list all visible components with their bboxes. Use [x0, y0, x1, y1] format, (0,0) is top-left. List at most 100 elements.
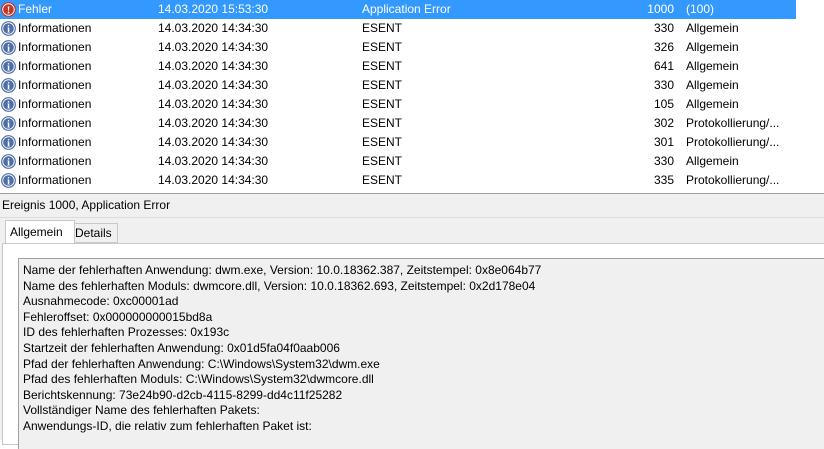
event-message-line: Anwendungs-ID, die relativ zum fehlerhaf…: [23, 419, 312, 433]
svg-text:i: i: [7, 176, 10, 187]
event-source: ESENT: [362, 173, 403, 187]
event-level: Informationen: [18, 21, 92, 35]
error-icon: !: [1, 2, 16, 17]
event-id: 330: [653, 78, 674, 92]
info-icon: i: [1, 97, 16, 112]
event-level: Informationen: [18, 154, 92, 168]
event-category: Allgemein: [686, 21, 739, 35]
event-level: Informationen: [18, 78, 92, 92]
svg-text:i: i: [7, 43, 10, 54]
event-source: ESENT: [362, 78, 403, 92]
event-category: Allgemein: [686, 97, 739, 111]
event-message-line: Ausnahmecode: 0xc00001ad: [23, 294, 179, 309]
event-level: Informationen: [18, 135, 92, 149]
event-date: 14.03.2020 14:34:30: [158, 135, 269, 149]
event-source: ESENT: [362, 97, 403, 111]
event-id: 1000: [647, 2, 674, 16]
event-level: Fehler: [18, 2, 53, 16]
event-row[interactable]: i Informationen 14.03.2020 14:34:30 ESENT 33…: [0, 152, 796, 171]
svg-text:i: i: [7, 62, 10, 73]
info-icon: i: [1, 59, 16, 74]
event-row[interactable]: i Informationen 14.03.2020 14:34:30 ESENT 33…: [0, 171, 796, 188]
info-icon: i: [1, 173, 16, 188]
event-date: 14.03.2020 14:34:30: [158, 21, 269, 35]
svg-text:i: i: [7, 138, 10, 149]
event-source: ESENT: [362, 154, 403, 168]
event-message-line: Berichtskennung: 73e24b90-d2cb-4115-8299…: [23, 387, 343, 402]
event-details-pane: Ereignis 1000, Application Error Allgeme…: [0, 193, 824, 449]
event-source: Application Error: [362, 2, 451, 16]
event-date: 14.03.2020 14:34:30: [158, 40, 269, 54]
event-list[interactable]: ! Fehler 14.03.2020 15:53:30 Application Er…: [0, 0, 824, 188]
event-level: Informationen: [18, 116, 92, 130]
svg-text:i: i: [7, 157, 10, 168]
event-category: Protokollierung/...: [686, 173, 780, 187]
event-level: Informationen: [18, 97, 92, 111]
svg-text:i: i: [7, 100, 10, 111]
event-details-header: Ereignis 1000, Application Error: [2, 198, 171, 212]
event-category: Protokollierung/...: [686, 135, 780, 149]
event-category: Protokollierung/...: [686, 116, 780, 130]
info-icon: i: [1, 116, 16, 131]
event-source: ESENT: [362, 40, 403, 54]
event-list-right-margin: [796, 0, 824, 188]
event-date: 14.03.2020 14:34:30: [158, 173, 269, 187]
info-icon: i: [1, 154, 16, 169]
event-date: 14.03.2020 15:53:30: [158, 2, 269, 16]
event-category: Allgemein: [686, 40, 739, 54]
tab-details[interactable]: Details: [70, 223, 118, 243]
details-tab-strip: Allgemein Details Name der fehlerhaften …: [0, 217, 824, 449]
event-source: ESENT: [362, 59, 403, 73]
event-id: 335: [653, 173, 674, 187]
event-row[interactable]: i Informationen 14.03.2020 14:34:30 ESENT 30…: [0, 114, 796, 133]
event-row[interactable]: i Informationen 14.03.2020 14:34:30 ESENT 30…: [0, 133, 796, 152]
event-id: 330: [653, 154, 674, 168]
event-row[interactable]: i Informationen 14.03.2020 14:34:30 ESENT 33…: [0, 76, 796, 95]
event-id: 330: [653, 21, 674, 35]
event-date: 14.03.2020 14:34:30: [158, 59, 269, 73]
event-category: (100): [686, 2, 715, 16]
info-icon: i: [1, 135, 16, 150]
event-row[interactable]: i Informationen 14.03.2020 14:34:30 ESENT 64…: [0, 57, 796, 76]
event-date: 14.03.2020 14:34:30: [158, 116, 269, 130]
event-message-line: Name der fehlerhaften Anwendung: dwm.exe…: [23, 263, 542, 277]
event-row-selected[interactable]: ! Fehler 14.03.2020 15:53:30 Application Er…: [0, 0, 796, 19]
event-category: Allgemein: [686, 78, 739, 92]
event-category: Allgemein: [686, 154, 739, 168]
event-source: ESENT: [362, 135, 403, 149]
tab-allgemein[interactable]: Allgemein: [5, 220, 75, 243]
event-id: 302: [653, 116, 674, 130]
info-icon: i: [1, 78, 16, 93]
event-id: 105: [653, 97, 674, 111]
event-date: 14.03.2020 14:34:30: [158, 78, 269, 92]
info-icon: i: [1, 21, 16, 36]
event-message-line: Startzeit der fehlerhaften Anwendung: 0x…: [23, 341, 340, 355]
event-category: Allgemein: [686, 59, 739, 73]
event-message-line: Vollständiger Name des fehlerhaften Pake…: [23, 403, 260, 418]
info-icon: i: [1, 40, 16, 55]
svg-text:!: !: [7, 5, 10, 16]
event-row[interactable]: i Informationen 14.03.2020 14:34:30 ESENT 33…: [0, 19, 796, 38]
event-date: 14.03.2020 14:34:30: [158, 97, 269, 111]
event-source: ESENT: [362, 116, 403, 130]
event-id: 641: [653, 59, 674, 73]
event-message-line: ID des fehlerhaften Prozesses: 0x193c: [23, 325, 230, 340]
event-level: Informationen: [18, 173, 92, 187]
event-row[interactable]: i Informationen 14.03.2020 14:34:30 ESENT 32…: [0, 38, 796, 57]
event-message-line: Pfad der fehlerhaften Anwendung: C:\Wind…: [23, 356, 380, 371]
event-level: Informationen: [18, 40, 92, 54]
event-id: 326: [653, 40, 674, 54]
event-message-line: Pfad des fehlerhaften Moduls: C:\Windows…: [23, 372, 374, 387]
event-message-line: Name des fehlerhaften Moduls: dwmcore.dl…: [23, 278, 536, 293]
event-message-box[interactable]: Name der fehlerhaften Anwendung: dwm.exe…: [18, 258, 824, 449]
svg-text:i: i: [7, 24, 10, 35]
event-date: 14.03.2020 14:34:30: [158, 154, 269, 168]
svg-text:i: i: [7, 81, 10, 92]
event-row[interactable]: i Informationen 14.03.2020 14:34:30 ESENT 10…: [0, 95, 796, 114]
tab-page-allgemein: Name der fehlerhaften Anwendung: dwm.exe…: [2, 243, 824, 449]
event-source: ESENT: [362, 21, 403, 35]
svg-text:i: i: [7, 119, 10, 130]
event-id: 301: [653, 135, 674, 149]
event-message-line: Fehleroffset: 0x000000000015bd8a: [23, 309, 213, 324]
event-level: Informationen: [18, 59, 92, 73]
